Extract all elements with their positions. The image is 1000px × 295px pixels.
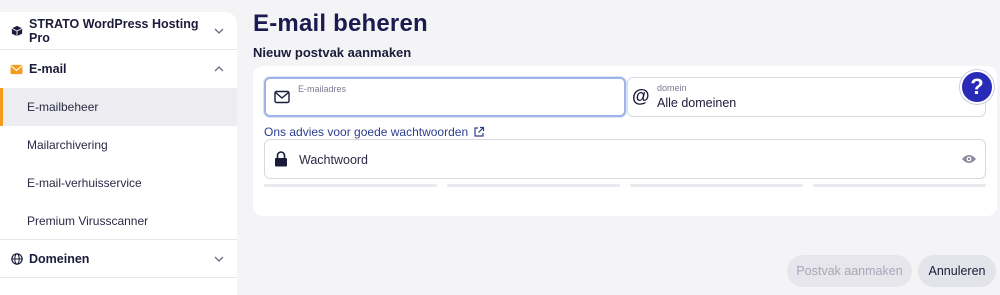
- password-strength-segment: [813, 184, 986, 187]
- chevron-down-icon: [214, 256, 224, 262]
- sidebar-item-label: Premium Virusscanner: [27, 213, 149, 228]
- page-title: E-mail beheren: [253, 10, 428, 37]
- sidebar-domains-label: Domeinen: [29, 251, 90, 266]
- domain-label: domein: [657, 83, 687, 93]
- sidebar-item-mailarchivering[interactable]: Mailarchivering: [0, 126, 237, 164]
- sidebar-item-emailbeheer[interactable]: E-mailbeheer: [0, 88, 237, 126]
- section-heading: Nieuw postvak aanmaken: [253, 45, 412, 60]
- lock-icon: [275, 151, 287, 167]
- email-address-label: E-mailadres: [298, 84, 347, 94]
- password-placeholder: Wachtwoord: [299, 153, 369, 167]
- sidebar-item-verhuisservice[interactable]: E-mail-verhuisservice: [0, 164, 237, 202]
- new-mailbox-card: E-mailadres @ domein Alle domeinen Ons a…: [253, 66, 997, 216]
- sidebar-item-label: E-mailbeheer: [27, 100, 99, 114]
- chevron-down-icon: [214, 28, 224, 34]
- password-strength-segment: [264, 184, 437, 187]
- password-strength-segment: [447, 184, 620, 187]
- sidebar-email-label: E-mail: [29, 62, 67, 76]
- cancel-button[interactable]: Annuleren: [918, 255, 996, 287]
- password-field[interactable]: Wachtwoord: [264, 139, 986, 179]
- sidebar: STRATO WordPress Hosting Pro E-mail E-ma…: [0, 12, 237, 295]
- sidebar-email-header[interactable]: E-mail: [0, 50, 237, 88]
- sidebar-item-label: E-mail-verhuisservice: [27, 176, 142, 190]
- eye-icon[interactable]: [961, 152, 977, 166]
- sidebar-product-header[interactable]: STRATO WordPress Hosting Pro: [0, 12, 237, 50]
- globe-icon: [10, 252, 23, 265]
- external-link-icon: [474, 126, 485, 137]
- chevron-up-icon: [214, 66, 224, 72]
- domain-value: Alle domeinen: [657, 96, 737, 110]
- sidebar-product-label: STRATO WordPress Hosting Pro: [29, 16, 199, 45]
- envelope-icon: [10, 63, 23, 76]
- at-icon: @: [632, 86, 650, 106]
- email-address-field[interactable]: E-mailadres: [264, 77, 626, 117]
- cube-icon: [10, 24, 23, 37]
- sidebar-domains-header[interactable]: Domeinen: [0, 240, 237, 278]
- sidebar-item-virusscanner[interactable]: Premium Virusscanner: [0, 202, 237, 240]
- envelope-icon: [274, 90, 290, 104]
- create-mailbox-button[interactable]: Postvak aanmaken: [787, 255, 912, 287]
- password-advice-label: Ons advies voor goede wachtwoorden: [264, 125, 469, 139]
- password-advice-link[interactable]: Ons advies voor goede wachtwoorden: [264, 125, 485, 139]
- domain-select[interactable]: @ domein Alle domeinen: [627, 77, 986, 117]
- password-strength-segment: [630, 184, 803, 187]
- help-icon[interactable]: ?: [960, 70, 994, 104]
- sidebar-item-label: Mailarchivering: [27, 138, 108, 152]
